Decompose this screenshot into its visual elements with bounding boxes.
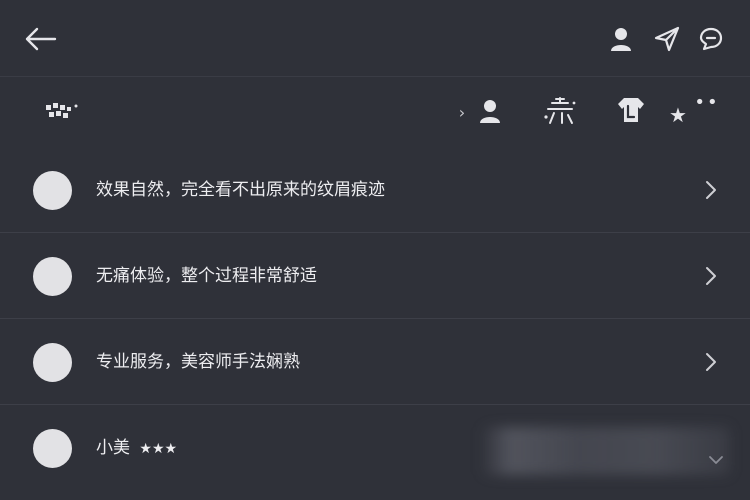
top-bar xyxy=(0,0,750,77)
comment-text: 专业服务，美容师手法娴熟 xyxy=(96,352,300,372)
blurred-content xyxy=(480,427,730,475)
chevron-right-icon xyxy=(706,267,716,285)
back-button[interactable] xyxy=(20,22,60,56)
chevron-right-icon xyxy=(706,181,716,199)
chevron-down-icon xyxy=(709,456,723,464)
toolbar-shirt[interactable] xyxy=(614,93,648,127)
arrow-left-icon xyxy=(25,27,57,51)
user-name-line: 小美 ★★★ xyxy=(96,437,177,460)
avatar xyxy=(33,343,72,382)
send-button[interactable] xyxy=(650,22,684,56)
comment-button[interactable] xyxy=(694,22,728,56)
reaction-toolbar: › ★ •• xyxy=(0,77,750,147)
chevron-right-icon xyxy=(706,353,716,371)
star-icon: ★ xyxy=(669,103,687,127)
list-item[interactable]: 无痛体验，整个过程非常舒适 xyxy=(0,233,750,319)
profile-button[interactable] xyxy=(604,22,638,56)
comment-text: 无痛体验，整个过程非常舒适 xyxy=(96,266,317,286)
user-row[interactable]: 小美 ★★★ xyxy=(0,405,750,491)
comment-list: 效果自然，完全看不出原来的纹眉痕迹 无痛体验，整个过程非常舒适 专业服务，美容师… xyxy=(0,147,750,491)
toolbar-star[interactable]: ★ xyxy=(664,101,692,129)
user-name: 小美 xyxy=(96,438,130,458)
small-chevron-icon: › xyxy=(458,103,466,122)
chat-bubble-icon xyxy=(699,27,723,51)
emoji-grid-icon xyxy=(46,103,78,118)
list-item[interactable]: 效果自然，完全看不出原来的纹眉痕迹 xyxy=(0,147,750,233)
user-stars: ★★★ xyxy=(139,441,178,457)
comment-text: 效果自然，完全看不出原来的纹眉痕迹 xyxy=(96,180,385,200)
emoji-picker-button[interactable] xyxy=(40,99,84,125)
list-item[interactable]: 专业服务，美容师手法娴熟 xyxy=(0,319,750,405)
toolbar-profile[interactable] xyxy=(474,95,506,127)
avatar xyxy=(33,257,72,296)
person-icon xyxy=(611,28,631,51)
toolbar-expand[interactable]: › xyxy=(454,103,470,123)
sparkle-tag-icon xyxy=(544,97,576,124)
send-icon xyxy=(654,26,680,52)
more-dots-icon: •• xyxy=(694,92,720,113)
toolbar-filter[interactable] xyxy=(540,93,580,129)
avatar xyxy=(33,429,72,468)
person-icon xyxy=(480,100,500,123)
shirt-icon xyxy=(618,98,644,122)
toolbar-more[interactable]: •• xyxy=(692,89,722,117)
avatar xyxy=(33,171,72,210)
